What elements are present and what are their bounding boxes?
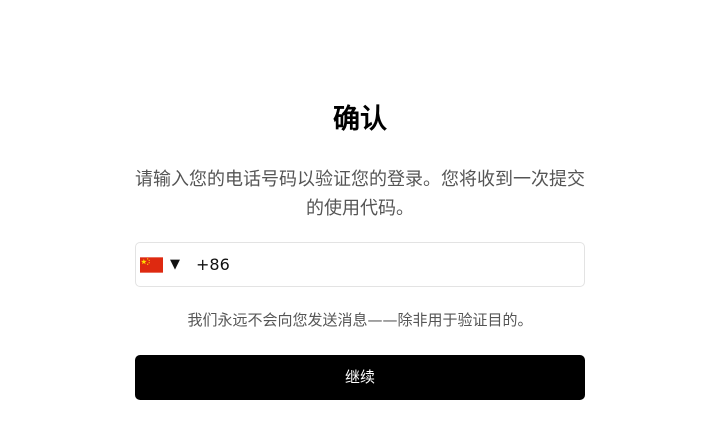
country-code-select[interactable]: ▼ [140, 243, 180, 286]
phone-field: ▼ [135, 242, 585, 287]
instructions-text: 请输入您的电话号码以验证您的登录。您将收到一次提交的使用代码。 [135, 169, 585, 219]
phone-number-input[interactable] [196, 249, 556, 280]
page-title: 确认 [333, 104, 387, 135]
continue-button[interactable]: 继续 [135, 355, 585, 400]
china-flag-icon [140, 256, 163, 273]
privacy-note: 我们永远不会向您发送消息——除非用于验证目的。 [187, 311, 533, 329]
chevron-down-icon: ▼ [170, 257, 180, 272]
